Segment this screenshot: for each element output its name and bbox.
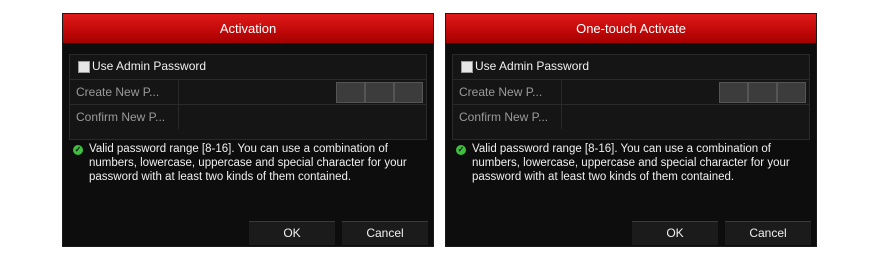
use-admin-label: Use Admin Password [92, 59, 207, 73]
create-password-label: Create New P... [459, 85, 543, 99]
confirm-password-row: Confirm New P... [70, 105, 426, 129]
check-circle-icon: ✓ [73, 145, 83, 155]
strength-segment [336, 82, 365, 103]
strength-segment [719, 82, 748, 103]
ok-button[interactable]: OK [632, 221, 718, 245]
activation-dialog: Activation Use Admin Password Create New… [63, 14, 433, 246]
cancel-button[interactable]: Cancel [725, 221, 811, 245]
use-admin-row[interactable]: Use Admin Password [453, 55, 809, 80]
strength-segment [394, 82, 423, 103]
confirm-password-row: Confirm New P... [453, 105, 809, 129]
confirm-password-input[interactable] [561, 105, 562, 129]
use-admin-checkbox[interactable] [461, 61, 473, 73]
dialog-title: Activation [63, 14, 433, 43]
confirm-password-input[interactable] [178, 105, 179, 129]
dialog-title: One-touch Activate [446, 14, 816, 43]
cancel-button[interactable]: Cancel [342, 221, 428, 245]
confirm-password-label: Confirm New P... [459, 110, 549, 124]
create-password-input[interactable] [178, 80, 179, 104]
password-panel: Use Admin Password Create New P... Confi… [452, 54, 810, 140]
password-hint: Valid password range [8-16]. You can use… [472, 143, 790, 183]
create-password-label: Create New P... [76, 85, 160, 99]
password-panel: Use Admin Password Create New P... Confi… [69, 54, 427, 140]
strength-segment [748, 82, 777, 103]
check-circle-icon: ✓ [456, 145, 466, 155]
create-password-row: Create New P... [453, 80, 809, 105]
create-password-input[interactable] [561, 80, 562, 104]
use-admin-label: Use Admin Password [475, 59, 590, 73]
password-strength-meter [719, 82, 807, 103]
one-touch-activate-dialog: One-touch Activate Use Admin Password Cr… [446, 14, 816, 246]
password-strength-meter [336, 82, 424, 103]
create-password-row: Create New P... [70, 80, 426, 105]
strength-segment [365, 82, 394, 103]
confirm-password-label: Confirm New P... [76, 110, 166, 124]
password-hint: Valid password range [8-16]. You can use… [89, 143, 407, 183]
use-admin-checkbox[interactable] [78, 61, 90, 73]
use-admin-row[interactable]: Use Admin Password [70, 55, 426, 80]
strength-segment [777, 82, 806, 103]
ok-button[interactable]: OK [249, 221, 335, 245]
